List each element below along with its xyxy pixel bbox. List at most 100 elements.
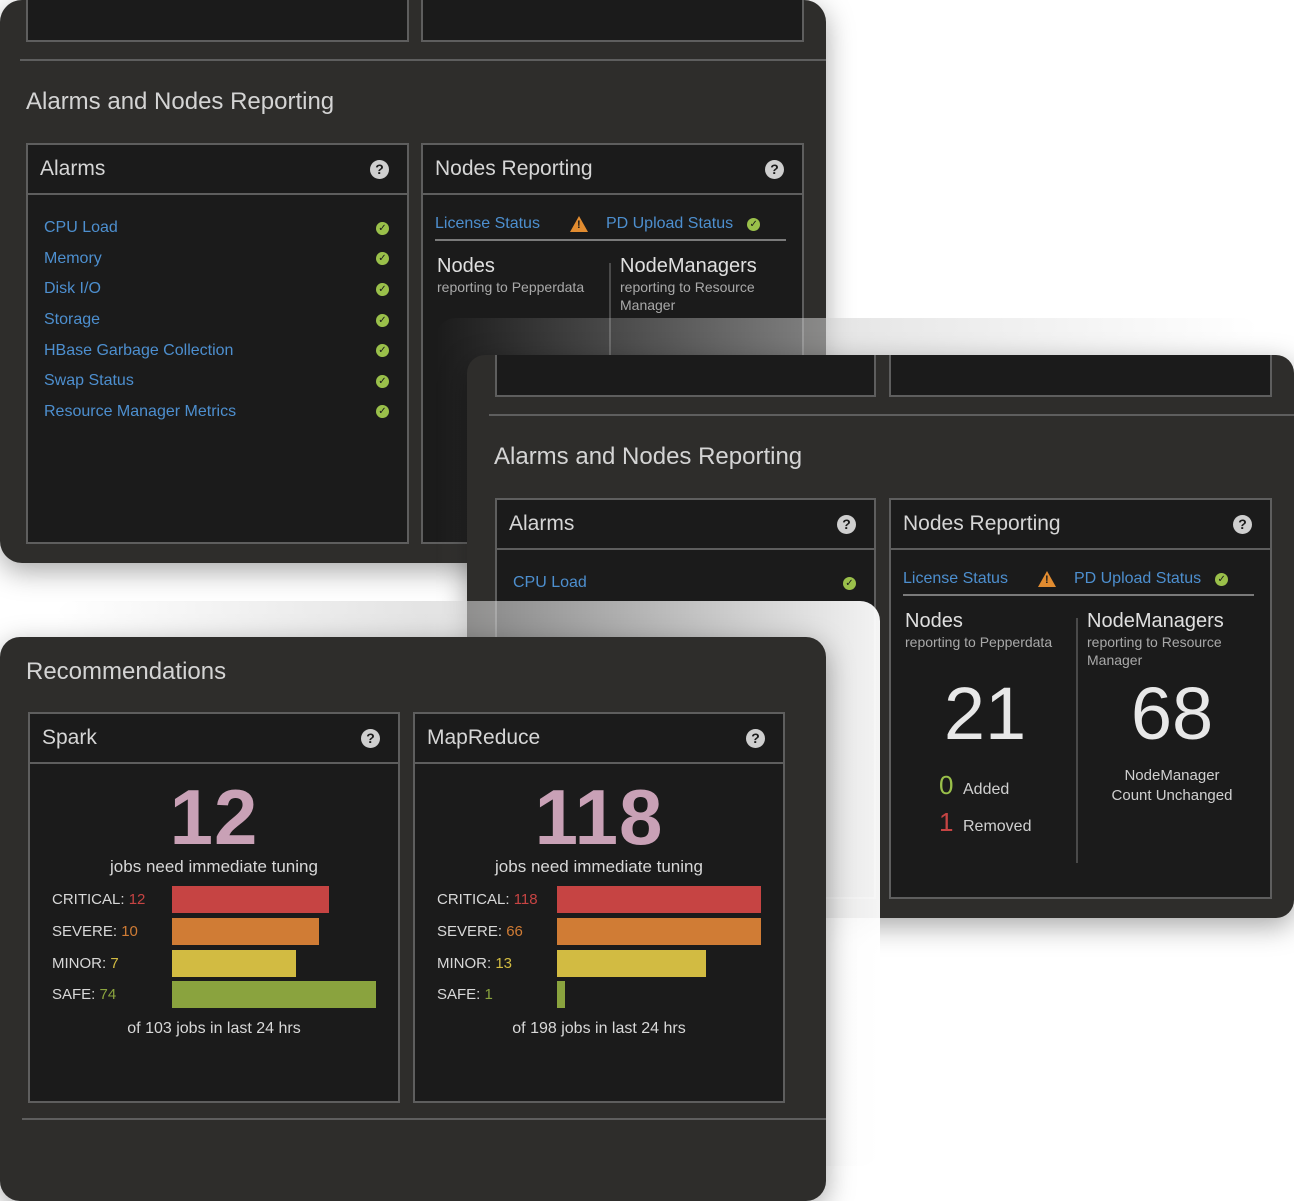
safe-bar[interactable] bbox=[172, 981, 376, 1008]
check-circle-icon: ✓ bbox=[1215, 572, 1229, 586]
severe-count: 10 bbox=[121, 923, 138, 940]
critical-count: 12 bbox=[128, 891, 146, 908]
severe-bar[interactable] bbox=[172, 918, 319, 945]
warning-icon bbox=[1037, 571, 1056, 587]
license-status-link[interactable]: License Status bbox=[435, 215, 540, 233]
minor-count: 7 bbox=[110, 955, 119, 972]
alarm-link[interactable]: CPU Load bbox=[513, 574, 587, 592]
help-icon[interactable]: ? bbox=[746, 728, 765, 748]
bottom-divider bbox=[22, 1118, 826, 1120]
minor-label: MINOR: 13 bbox=[437, 955, 513, 972]
alarms-panel: Alarms ? CPU Load ✓ Memory ✓ Disk I/O ✓ Sto… bbox=[26, 143, 409, 544]
mapreduce-panel-header: MapReduce ? bbox=[415, 714, 783, 764]
nodes-removed-count: 1 bbox=[939, 807, 954, 837]
alarm-link[interactable]: HBase Garbage Collection bbox=[44, 342, 233, 360]
help-icon[interactable]: ? bbox=[1233, 514, 1252, 534]
mapreduce-subtitle: jobs need immediate tuning bbox=[495, 857, 703, 876]
nodemanagers-title: NodeManagers bbox=[1087, 610, 1224, 632]
spark-safe-row[interactable]: SAFE: 74 bbox=[52, 981, 378, 1009]
nodes-title: Nodes bbox=[905, 610, 963, 632]
severe-bar[interactable] bbox=[557, 918, 761, 945]
nodemanagers-note: NodeManager Count Unchanged bbox=[1111, 767, 1233, 804]
critical-label: CRITICAL: 12 bbox=[52, 891, 146, 908]
help-icon[interactable]: ? bbox=[361, 728, 380, 748]
alarm-link[interactable]: Swap Status bbox=[44, 372, 134, 390]
alarm-link[interactable]: Storage bbox=[44, 311, 100, 329]
alarm-link[interactable]: Memory bbox=[44, 250, 102, 268]
mapreduce-minor-row[interactable]: MINOR: 13 bbox=[437, 950, 763, 978]
critical-bar[interactable] bbox=[172, 886, 329, 913]
help-icon[interactable]: ? bbox=[370, 159, 389, 179]
spark-subtitle: jobs need immediate tuning bbox=[110, 857, 318, 876]
nodemanagers-subtitle: reporting to Resource Manager bbox=[620, 279, 755, 313]
section-divider bbox=[20, 59, 826, 61]
pd-upload-status-link[interactable]: PD Upload Status bbox=[1074, 570, 1201, 588]
section-title: Alarms and Nodes Reporting bbox=[26, 88, 335, 115]
mapreduce-panel-title: MapReduce bbox=[427, 726, 541, 749]
alarm-link[interactable]: Disk I/O bbox=[44, 280, 101, 298]
check-circle-icon: ✓ bbox=[376, 374, 389, 388]
mapreduce-count[interactable]: 118 bbox=[415, 772, 783, 863]
nodemanagers-count: 68 bbox=[1130, 672, 1214, 755]
alarm-item: Storage ✓ bbox=[44, 305, 389, 336]
check-circle-icon: ✓ bbox=[376, 405, 389, 419]
alarm-list: CPU Load ✓ bbox=[513, 568, 856, 599]
help-icon[interactable]: ? bbox=[765, 159, 784, 179]
nodes-title: Nodes bbox=[437, 255, 495, 277]
check-circle-icon: ✓ bbox=[747, 217, 761, 231]
spark-panel: Spark ? 12 jobs need immediate tuning CR… bbox=[28, 712, 400, 1103]
help-icon[interactable]: ? bbox=[837, 514, 856, 534]
critical-bar[interactable] bbox=[557, 886, 761, 913]
nodes-added-label: Added bbox=[963, 781, 1010, 798]
minor-bar[interactable] bbox=[172, 950, 296, 977]
top-panel-right bbox=[421, 0, 804, 42]
nodemanagers-column: NodeManagers reporting to Resource Manag… bbox=[1087, 610, 1262, 806]
top-panel-left bbox=[26, 0, 409, 42]
check-circle-icon: ✓ bbox=[376, 344, 389, 358]
section-title: Alarms and Nodes Reporting bbox=[494, 443, 803, 470]
top-panel-left bbox=[495, 355, 876, 397]
screen-front: Recommendations Spark ? 12 jobs need imm… bbox=[0, 637, 826, 1201]
column-divider bbox=[1076, 618, 1078, 863]
spark-minor-row[interactable]: MINOR: 7 bbox=[52, 950, 378, 978]
alarm-item: Memory ✓ bbox=[44, 244, 389, 275]
alarm-link[interactable]: CPU Load bbox=[44, 219, 118, 237]
mapreduce-footer: of 198 jobs in last 24 hrs bbox=[512, 1020, 686, 1037]
nodes-subtitle: reporting to Pepperdata bbox=[905, 634, 1053, 650]
mapreduce-severe-row[interactable]: SEVERE: 66 bbox=[437, 918, 763, 946]
safe-label: SAFE: 74 bbox=[52, 986, 117, 1003]
safe-label: SAFE: 1 bbox=[437, 986, 493, 1003]
alarms-panel-header: Alarms ? bbox=[28, 145, 407, 195]
critical-count: 118 bbox=[513, 891, 538, 908]
spark-critical-row[interactable]: CRITICAL: 12 bbox=[52, 886, 378, 914]
critical-label: CRITICAL: 118 bbox=[437, 891, 538, 908]
top-panel-right bbox=[889, 355, 1272, 397]
nodes-count: 21 bbox=[943, 672, 1027, 755]
license-status-link[interactable]: License Status bbox=[903, 570, 1008, 588]
spark-severe-row[interactable]: SEVERE: 10 bbox=[52, 918, 378, 946]
mapreduce-critical-row[interactable]: CRITICAL: 118 bbox=[437, 886, 763, 914]
status-bar: License Status PD Upload Status ✓ bbox=[903, 564, 1254, 596]
safe-bar[interactable] bbox=[557, 981, 565, 1008]
nodes-added-row: 0 Added bbox=[939, 770, 1077, 801]
nodemanagers-column: NodeManagers reporting to Resource Manag… bbox=[620, 255, 790, 314]
nodes-subtitle: reporting to Pepperdata bbox=[437, 279, 585, 295]
alarm-item: Resource Manager Metrics ✓ bbox=[44, 397, 389, 428]
alarm-item: HBase Garbage Collection ✓ bbox=[44, 335, 389, 366]
spark-count[interactable]: 12 bbox=[30, 772, 398, 863]
nodes-panel-title: Nodes Reporting bbox=[435, 157, 593, 180]
severe-label: SEVERE: 10 bbox=[52, 923, 138, 940]
recommendations-title: Recommendations bbox=[26, 658, 227, 685]
minor-bar[interactable] bbox=[557, 950, 706, 977]
pd-upload-status-link[interactable]: PD Upload Status bbox=[606, 215, 733, 233]
spark-footer: of 103 jobs in last 24 hrs bbox=[127, 1020, 301, 1037]
check-circle-icon: ✓ bbox=[376, 282, 389, 296]
nodes-removed-label: Removed bbox=[963, 818, 1032, 835]
alarms-panel-title: Alarms bbox=[40, 157, 106, 180]
nodes-column: Nodes reporting to Pepperdata bbox=[437, 255, 607, 296]
alarm-link[interactable]: Resource Manager Metrics bbox=[44, 403, 236, 421]
check-circle-icon: ✓ bbox=[843, 576, 856, 590]
alarms-panel-header: Alarms ? bbox=[497, 500, 874, 550]
mapreduce-safe-row[interactable]: SAFE: 1 bbox=[437, 981, 763, 1009]
nodemanagers-title: NodeManagers bbox=[620, 255, 757, 277]
